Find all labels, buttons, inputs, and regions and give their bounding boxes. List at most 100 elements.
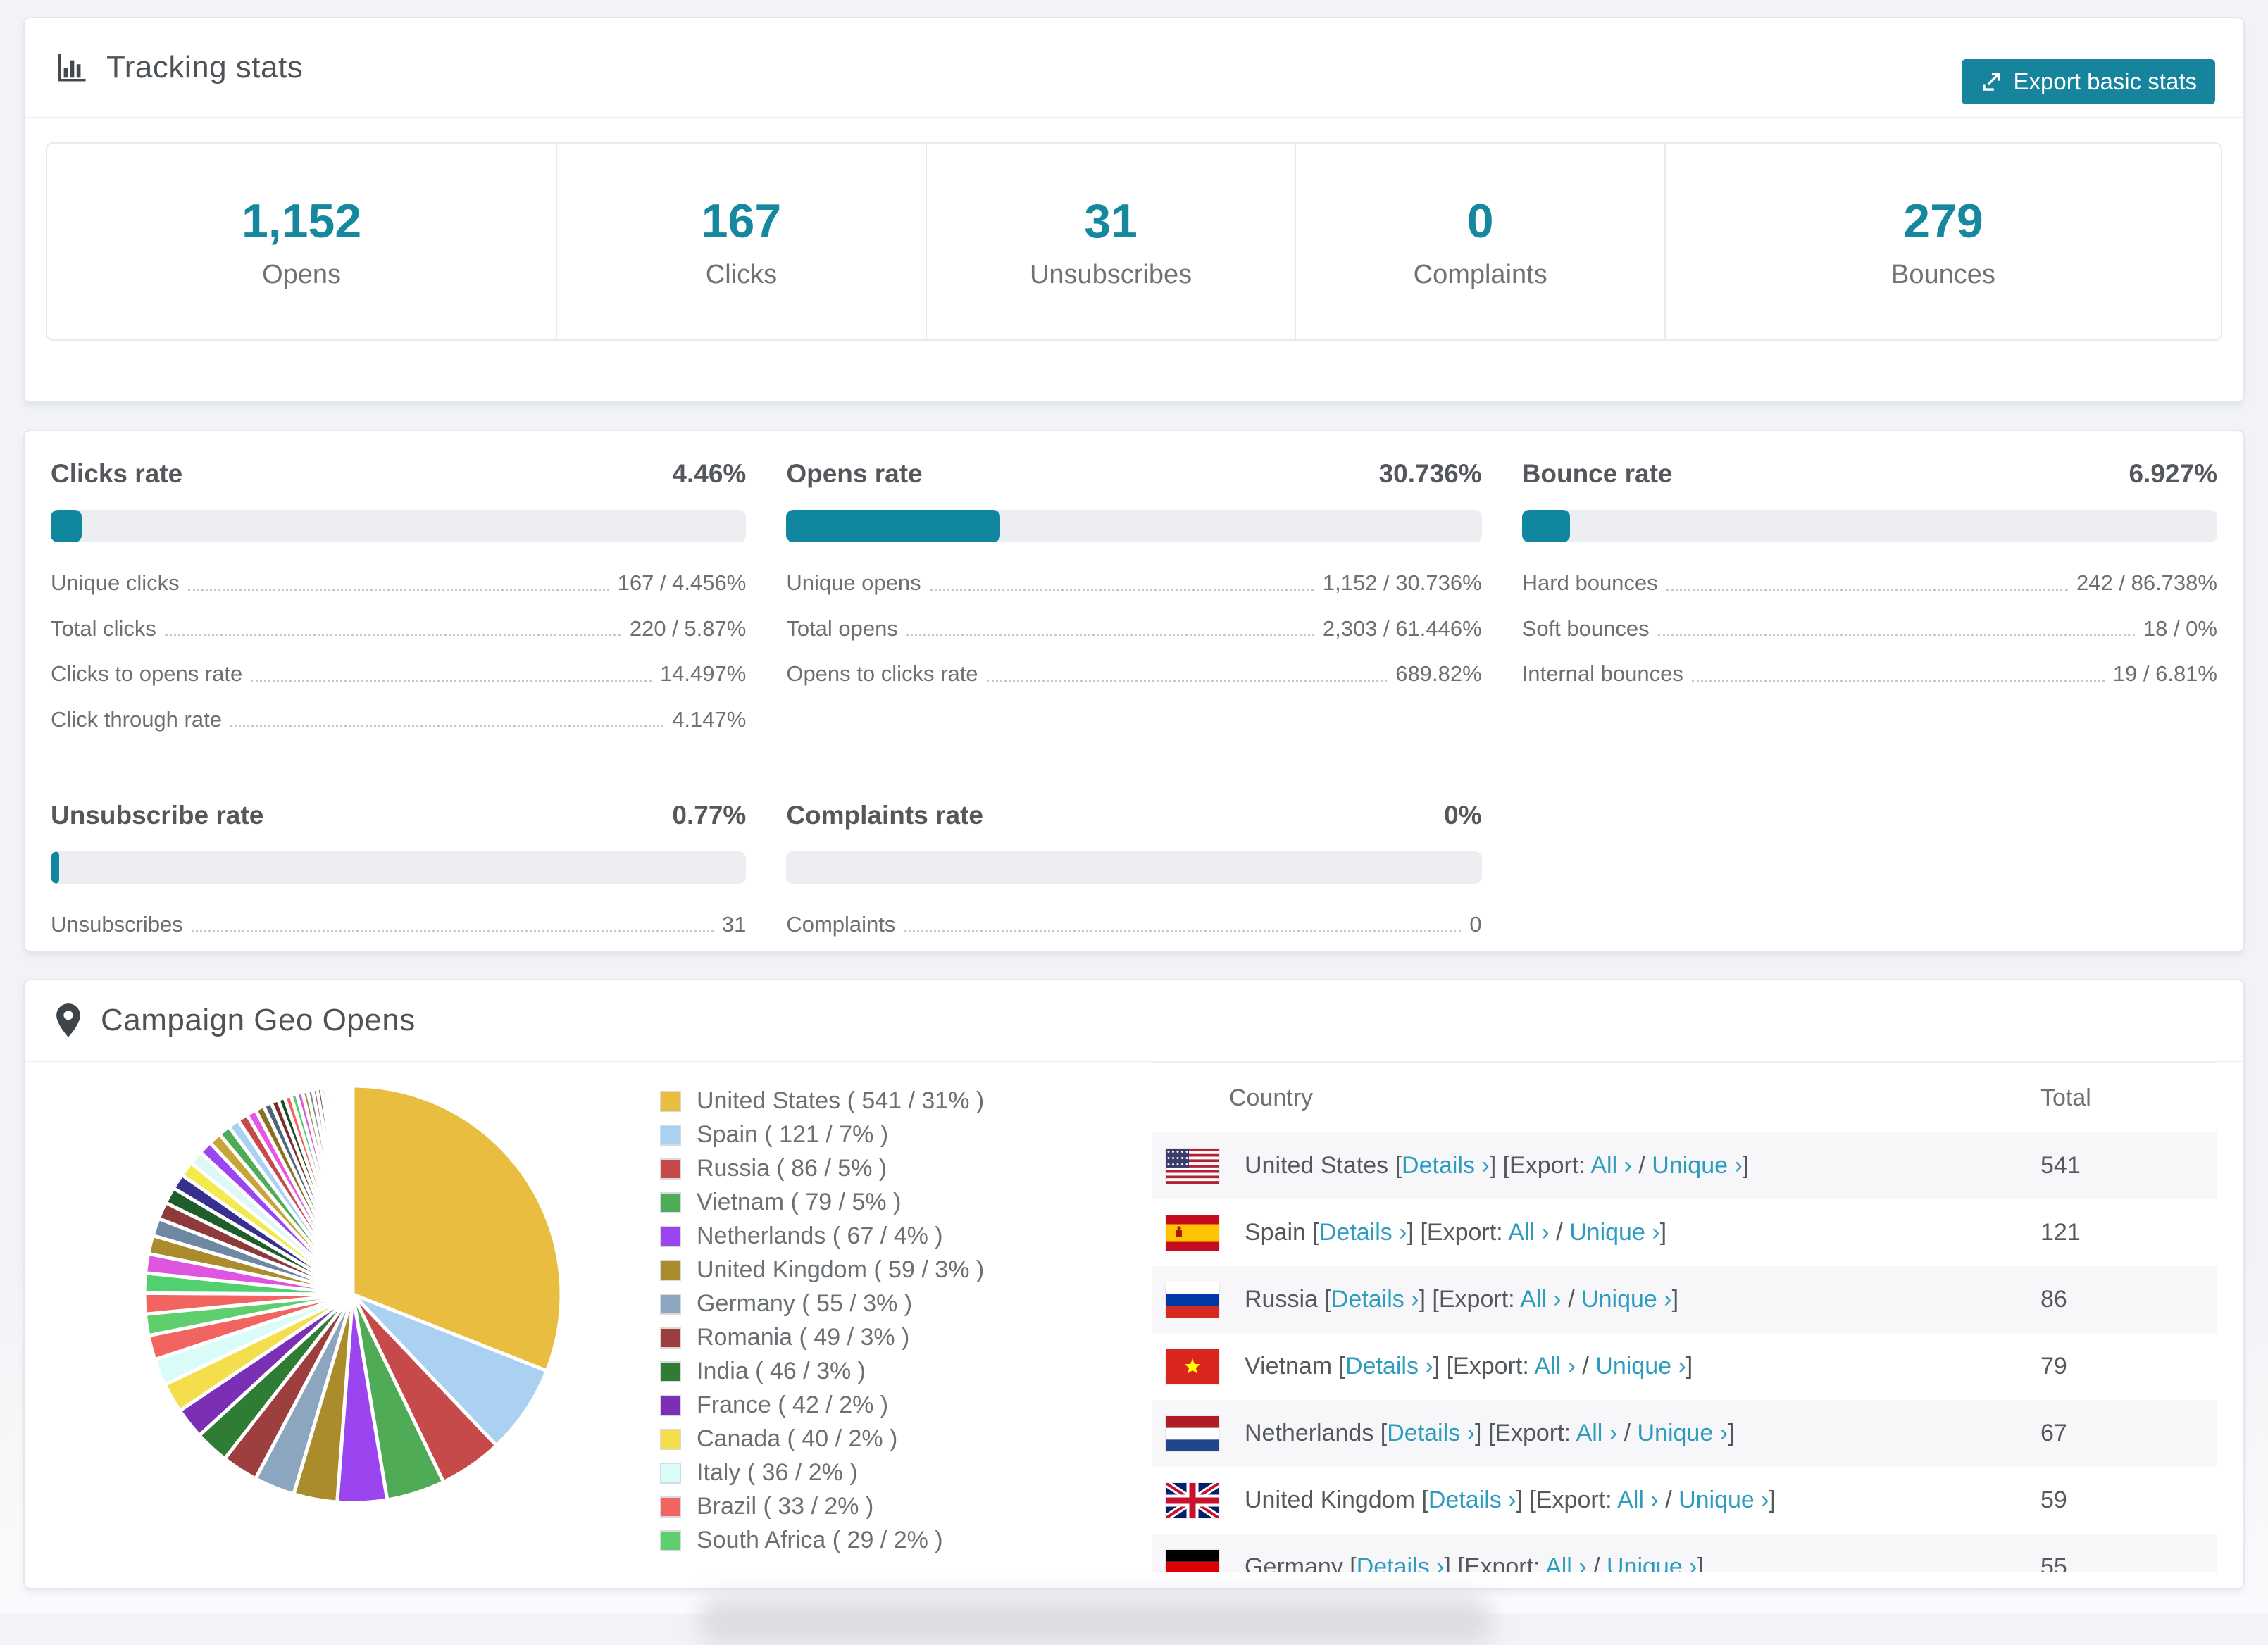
- legend-item-vietnam[interactable]: Vietnam ( 79 / 5% ): [660, 1189, 1146, 1216]
- details-link[interactable]: Details ›: [1319, 1219, 1407, 1246]
- legend-item-india[interactable]: India ( 46 / 3% ): [660, 1358, 1146, 1385]
- geo-table: Country Total United States [Details ›] …: [1152, 1062, 2217, 1572]
- rate-block-unsubscribe-rate: Unsubscribe rate 0.77% Unsubscribes 31: [51, 801, 747, 958]
- rate-row-total-opens: Total opens 2,303 / 61.446%: [786, 615, 1482, 641]
- stat-value: 0: [1466, 194, 1494, 248]
- stat-label: Bounces: [1891, 259, 1995, 289]
- legend-marker: [660, 1428, 681, 1450]
- country-cell: United Kingdom [Details ›] [Export: All …: [1245, 1487, 1776, 1513]
- total-cell: 59: [2040, 1487, 2067, 1513]
- export-icon: [1980, 70, 2004, 94]
- bottom-shadow-artifact: [697, 1596, 1493, 1645]
- rate-row-hard-bounces: Hard bounces 242 / 86.738%: [1521, 570, 2217, 595]
- tracking-stats-header: Tracking stats: [25, 18, 2243, 118]
- rate-block-complaints-rate: Complaints rate 0% Complaints 0: [786, 800, 1482, 958]
- flag-es-icon: [1166, 1215, 1219, 1251]
- details-link[interactable]: Details ›: [1357, 1553, 1445, 1572]
- export-all-link[interactable]: All ›: [1545, 1553, 1587, 1572]
- rate-title: Complaints rate: [786, 800, 983, 830]
- total-cell: 86: [2040, 1286, 2067, 1313]
- legend-item-germany[interactable]: Germany ( 55 / 3% ): [660, 1290, 1146, 1318]
- legend-marker: [660, 1496, 681, 1518]
- flag-de-icon: [1166, 1549, 1219, 1572]
- flag-ru-icon: [1166, 1282, 1219, 1318]
- stat-label: Clicks: [705, 259, 778, 289]
- geo-table-row-united-kingdom: United Kingdom [Details ›] [Export: All …: [1152, 1467, 2217, 1534]
- geo-table-row-vietnam: Vietnam [Details ›] [Export: All › / Uni…: [1152, 1333, 2217, 1400]
- map-pin-icon: [53, 1002, 84, 1039]
- rate-row-unique-clicks: Unique clicks 167 / 4.456%: [51, 570, 747, 595]
- stat-unsubscribes: 31 Unsubscribes: [925, 144, 1295, 339]
- legend-item-canada[interactable]: Canada ( 40 / 2% ): [660, 1425, 1146, 1453]
- rate-value: 4.46%: [672, 459, 747, 488]
- details-link[interactable]: Details ›: [1387, 1420, 1475, 1446]
- country-cell: Russia [Details ›] [Export: All › / Uniq…: [1245, 1286, 1679, 1313]
- legend-item-netherlands[interactable]: Netherlands ( 67 / 4% ): [660, 1222, 1146, 1250]
- legend-item-south-africa[interactable]: South Africa ( 29 / 2% ): [660, 1527, 1146, 1554]
- export-all-link[interactable]: All ›: [1508, 1219, 1550, 1246]
- export-unique-link[interactable]: Unique ›: [1678, 1487, 1769, 1513]
- total-cell: 541: [2040, 1152, 2081, 1179]
- export-unique-link[interactable]: Unique ›: [1595, 1353, 1686, 1380]
- export-all-link[interactable]: All ›: [1534, 1353, 1576, 1380]
- flag-vn-icon: [1166, 1349, 1219, 1384]
- pie-slice-other[interactable]: [350, 1084, 355, 1296]
- legend-item-france[interactable]: France ( 42 / 2% ): [660, 1391, 1146, 1419]
- dotted-leader: [191, 930, 714, 932]
- export-all-link[interactable]: All ›: [1520, 1286, 1562, 1313]
- progress-bar: [786, 851, 1482, 884]
- details-link[interactable]: Details ›: [1428, 1487, 1516, 1513]
- rate-value: 30.736%: [1378, 459, 1482, 488]
- stat-value: 1,152: [241, 194, 362, 248]
- export-basic-stats-button[interactable]: Export basic stats: [1961, 59, 2215, 104]
- details-link[interactable]: Details ›: [1402, 1152, 1490, 1179]
- geo-table-row-russia: Russia [Details ›] [Export: All › / Uniq…: [1152, 1266, 2217, 1333]
- rate-title: Bounce rate: [1521, 459, 1673, 488]
- legend-marker: [660, 1090, 681, 1112]
- geo-table-header: Country Total: [1152, 1063, 2217, 1132]
- dotted-leader: [251, 679, 652, 682]
- legend-item-romania[interactable]: Romania ( 49 / 3% ): [660, 1324, 1146, 1351]
- dotted-leader: [164, 634, 621, 637]
- legend-marker: [660, 1394, 681, 1416]
- legend-item-brazil[interactable]: Brazil ( 33 / 2% ): [660, 1493, 1146, 1520]
- export-unique-link[interactable]: Unique ›: [1607, 1553, 1697, 1572]
- rate-title: Clicks rate: [51, 459, 183, 488]
- details-link[interactable]: Details ›: [1331, 1286, 1419, 1313]
- legend-marker: [660, 1361, 681, 1382]
- rate-row-click-through-rate: Click through rate 4.147%: [51, 706, 747, 732]
- total-cell: 55: [2040, 1553, 2067, 1572]
- stat-value: 167: [701, 194, 782, 248]
- rate-title: Opens rate: [786, 459, 923, 488]
- export-unique-link[interactable]: Unique ›: [1581, 1286, 1672, 1313]
- legend-marker: [660, 1462, 681, 1484]
- rate-value: 6.927%: [2129, 459, 2217, 488]
- legend-item-united-states[interactable]: United States ( 541 / 31% ): [660, 1087, 1146, 1115]
- legend-item-united-kingdom[interactable]: United Kingdom ( 59 / 3% ): [660, 1256, 1146, 1284]
- geo-header: Campaign Geo Opens: [25, 980, 2243, 1062]
- geo-content: United States ( 541 / 31% ) Spain ( 121 …: [25, 1062, 2243, 1572]
- legend-item-italy[interactable]: Italy ( 36 / 2% ): [660, 1459, 1146, 1487]
- geo-table-row-spain: Spain [Details ›] [Export: All › / Uniqu…: [1152, 1199, 2217, 1266]
- country-cell: United States [Details ›] [Export: All ›…: [1245, 1152, 1750, 1179]
- stat-label: Complaints: [1413, 259, 1547, 289]
- total-cell: 79: [2040, 1353, 2067, 1380]
- export-unique-link[interactable]: Unique ›: [1652, 1152, 1743, 1179]
- rate-row-soft-bounces: Soft bounces 18 / 0%: [1521, 615, 2217, 641]
- legend-marker: [660, 1530, 681, 1551]
- details-link[interactable]: Details ›: [1345, 1353, 1433, 1380]
- dotted-leader: [1691, 679, 2105, 682]
- export-unique-link[interactable]: Unique ›: [1569, 1219, 1660, 1246]
- dotted-leader: [187, 588, 609, 591]
- export-unique-link[interactable]: Unique ›: [1638, 1420, 1728, 1446]
- export-all-link[interactable]: All ›: [1590, 1152, 1632, 1179]
- legend-item-spain[interactable]: Spain ( 121 / 7% ): [660, 1121, 1146, 1149]
- legend-item-russia[interactable]: Russia ( 86 / 5% ): [660, 1155, 1146, 1182]
- country-cell: Vietnam [Details ›] [Export: All › / Uni…: [1245, 1353, 1693, 1380]
- export-all-link[interactable]: All ›: [1576, 1420, 1618, 1446]
- rate-row-complaints: Complaints 0: [786, 911, 1482, 937]
- rate-block-bounce-rate: Bounce rate 6.927% Hard bounces 242 / 86…: [1521, 459, 2217, 753]
- flag-nl-icon: [1166, 1415, 1219, 1451]
- export-all-link[interactable]: All ›: [1617, 1487, 1659, 1513]
- rates-card: Clicks rate 4.46% Unique clicks 167 / 4.…: [23, 430, 2245, 952]
